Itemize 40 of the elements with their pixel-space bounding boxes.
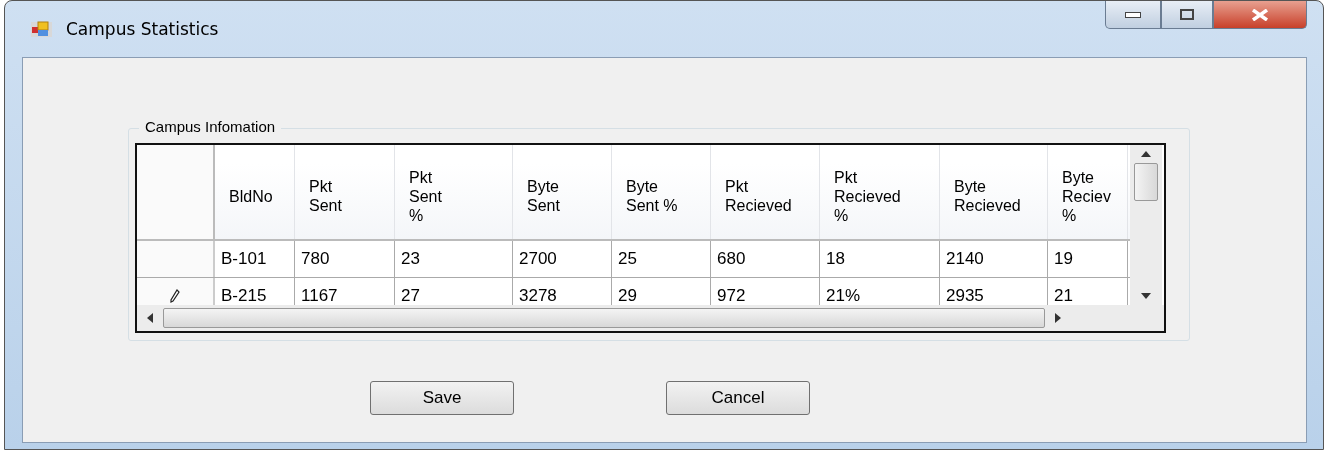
maximize-icon <box>1180 9 1194 20</box>
minimize-icon <box>1125 11 1141 18</box>
dialog-button[interactable]: Save <box>370 381 514 415</box>
table-cell: B-101 <box>215 241 295 277</box>
group-title: Campus Infomation <box>139 118 282 135</box>
column-header[interactable]: Byte Sent <box>513 145 612 239</box>
column-header[interactable]: Pkt Recieved <box>711 145 820 239</box>
scroll-down-icon <box>1141 293 1151 299</box>
window-title: Campus Statistics <box>66 19 219 39</box>
row-header[interactable] <box>137 278 215 305</box>
table-cell: 2700 <box>513 241 612 277</box>
column-header[interactable]: Byte Sent % <box>612 145 711 239</box>
app-icon <box>30 19 52 39</box>
column-header[interactable]: Byte Recieved <box>940 145 1048 239</box>
table-cell: 2140 <box>940 241 1048 277</box>
pencil-icon <box>170 289 180 303</box>
column-header[interactable]: Byte Reciev % <box>1048 145 1128 239</box>
column-header[interactable]: BldNo <box>215 145 295 239</box>
maximize-button[interactable] <box>1161 1 1213 29</box>
scroll-up-icon <box>1141 151 1151 157</box>
column-header[interactable]: Pkt Recieved % <box>820 145 940 239</box>
table-cell: 780 <box>295 241 395 277</box>
close-icon <box>1251 8 1269 21</box>
scroll-right-icon <box>1055 313 1061 323</box>
close-button[interactable] <box>1213 1 1307 29</box>
horizontal-scrollbar[interactable] <box>137 305 1164 331</box>
table-cell: 18 <box>820 241 940 277</box>
row-header[interactable] <box>137 241 215 277</box>
scroll-thumb[interactable] <box>1134 163 1158 201</box>
minimize-button[interactable] <box>1105 1 1161 29</box>
dialog-button[interactable]: Cancel <box>666 381 810 415</box>
table-cell: 680 <box>711 241 820 277</box>
scroll-left-icon <box>147 313 153 323</box>
table-cell: 23 <box>395 241 513 277</box>
vertical-scrollbar[interactable] <box>1130 145 1162 305</box>
column-header[interactable]: Pkt Sent % <box>395 145 513 239</box>
scroll-thumb[interactable] <box>163 308 1045 328</box>
table-cell: 19 <box>1048 241 1128 277</box>
table-cell: 25 <box>612 241 711 277</box>
column-header[interactable]: Pkt Sent <box>295 145 395 239</box>
